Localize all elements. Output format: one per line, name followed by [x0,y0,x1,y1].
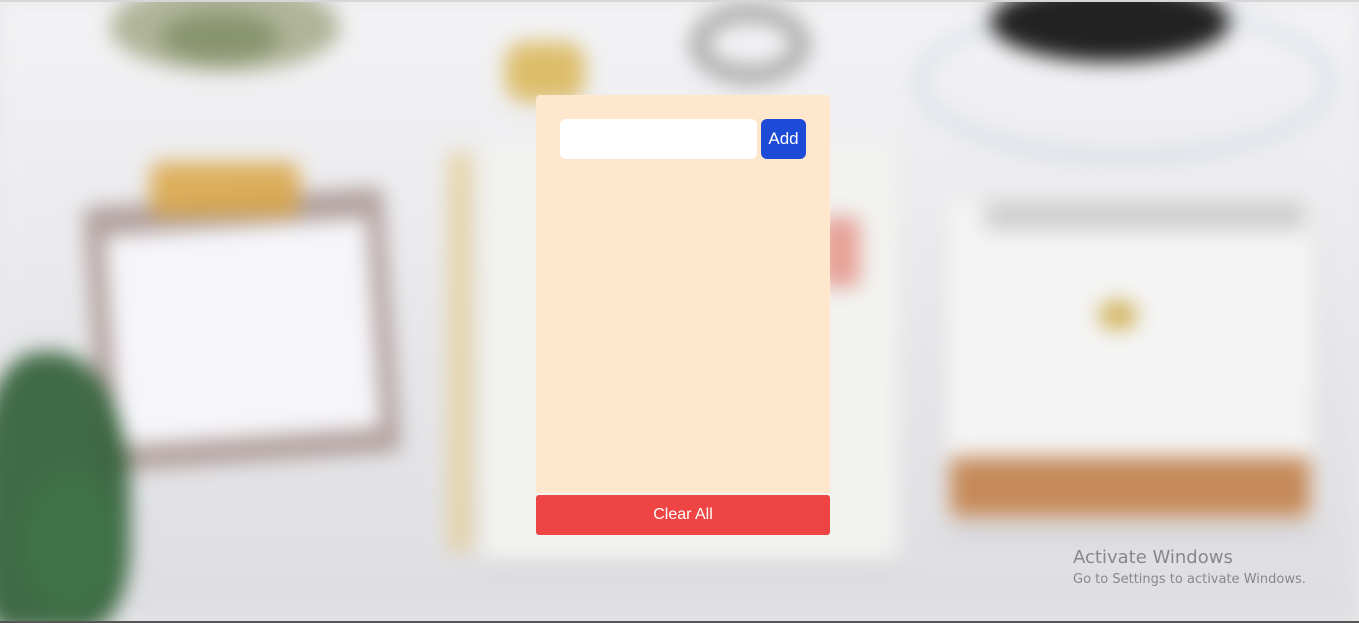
clear-all-button[interactable]: Clear All [536,495,830,535]
todo-card-body: Add [536,95,830,493]
add-task-row: Add [560,119,806,159]
add-button[interactable]: Add [761,119,806,159]
app-viewport: Add Clear All Activate Windows Go to Set… [0,0,1359,623]
todo-card: Add Clear All [536,95,830,535]
activate-windows-watermark: Activate Windows Go to Settings to activ… [1073,546,1306,590]
task-list [560,175,806,475]
watermark-title: Activate Windows [1073,547,1233,568]
watermark-subtitle: Go to Settings to activate Windows. [1073,572,1306,587]
task-input[interactable] [560,119,757,159]
